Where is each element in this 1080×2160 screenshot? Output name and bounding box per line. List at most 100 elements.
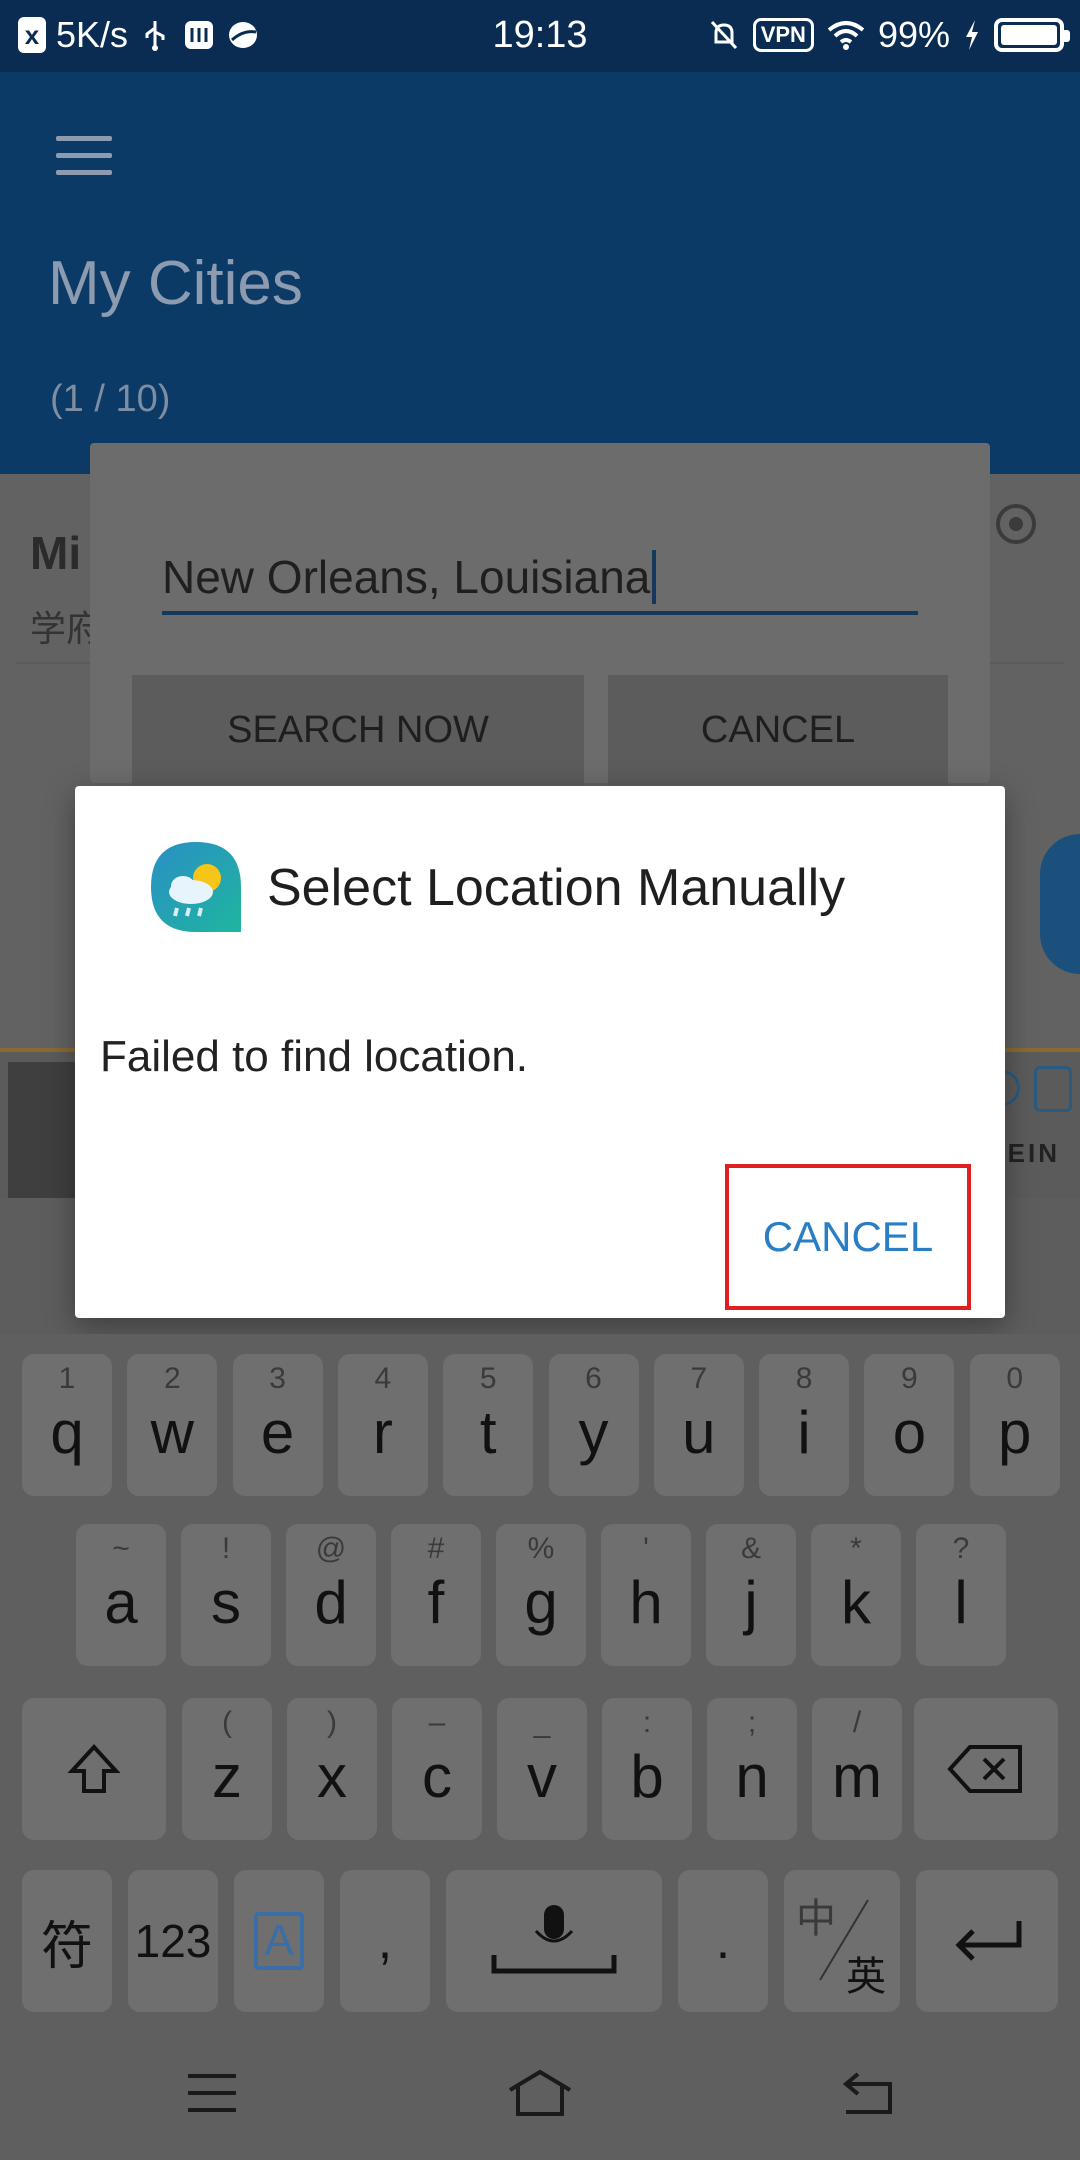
key-secondary-label: 4 xyxy=(374,1362,392,1395)
microphone-icon xyxy=(491,1905,617,1974)
key-secondary-label: # xyxy=(427,1532,445,1565)
shift-key[interactable] xyxy=(22,1698,166,1840)
key-g[interactable]: % g xyxy=(496,1524,586,1666)
key-primary-label: k xyxy=(841,1569,871,1636)
menu-icon[interactable] xyxy=(56,136,112,176)
period-key[interactable]: . xyxy=(678,1870,768,2012)
key-m[interactable]: / m xyxy=(812,1698,902,1840)
key-a[interactable]: ~ a xyxy=(76,1524,166,1666)
en-label: 英 xyxy=(846,1955,886,1999)
select-location-dialog: Select Location Manually Failed to find … xyxy=(75,786,1005,1318)
search-dialog: New Orleans, Louisiana SEARCH NOW CANCEL xyxy=(90,443,990,785)
key-secondary-label: ~ xyxy=(112,1532,130,1565)
key-p[interactable]: 0p xyxy=(969,1354,1060,1496)
comma-key[interactable]: , xyxy=(340,1870,430,2012)
key-h[interactable]: ' h xyxy=(601,1524,691,1666)
search-now-button[interactable]: SEARCH NOW xyxy=(132,675,584,785)
key-t[interactable]: 5t xyxy=(443,1354,534,1496)
key-d[interactable]: @ d xyxy=(286,1524,376,1666)
soft-keyboard: 符 123 A , . 中 英 1 q 2 w 3 e 4 r 5 t 6 y 7 u 8 i 9 o 0 p ~ a! s… xyxy=(0,1334,1080,2014)
key-y[interactable]: 6y xyxy=(548,1354,639,1496)
key-primary-label: h xyxy=(629,1569,663,1636)
dialog-cancel-button[interactable]: CANCEL xyxy=(725,1164,971,1310)
key-secondary-label: – xyxy=(428,1706,446,1739)
key-c[interactable]: – c xyxy=(392,1698,482,1840)
battery-icon xyxy=(994,18,1070,52)
backspace-key[interactable] xyxy=(914,1698,1058,1840)
key-secondary-label: % xyxy=(527,1532,555,1565)
key-u[interactable]: 7u xyxy=(653,1354,744,1496)
key-v[interactable]: _ v xyxy=(497,1698,587,1840)
ad-menu-icon[interactable] xyxy=(1034,1066,1072,1112)
key-k[interactable]: * k xyxy=(811,1524,901,1666)
space-key[interactable] xyxy=(446,1870,662,2012)
dialog-title: Select Location Manually xyxy=(267,859,846,917)
backspace-icon xyxy=(947,1745,1022,1793)
enter-icon xyxy=(955,1921,1022,1961)
key-primary-label: r xyxy=(372,1399,393,1466)
key-z[interactable]: (z xyxy=(182,1698,272,1840)
comma-key-label: , xyxy=(377,1912,393,1970)
key-primary-label: i xyxy=(797,1399,811,1466)
charging-icon xyxy=(966,20,978,50)
my-location-icon[interactable] xyxy=(996,504,1036,544)
key-primary-label: p xyxy=(998,1399,1032,1466)
key-secondary-label: ? xyxy=(952,1532,970,1565)
weather-app-icon xyxy=(151,842,241,932)
key-w[interactable]: 2w xyxy=(127,1354,218,1496)
key-s[interactable]: ! s xyxy=(181,1524,271,1666)
key-e[interactable]: 3e xyxy=(232,1354,323,1496)
key-secondary-label: ; xyxy=(747,1706,757,1739)
key-r[interactable]: 4r xyxy=(337,1354,428,1496)
key-secondary-label: _ xyxy=(533,1706,551,1739)
key-secondary-label: 7 xyxy=(690,1362,708,1395)
symbols-key[interactable]: 符 xyxy=(22,1870,112,2012)
numbers-key-label: 123 xyxy=(134,1915,212,1967)
key-n[interactable]: ; n xyxy=(707,1698,797,1840)
key-b[interactable]: :b xyxy=(602,1698,692,1840)
search-input-value: New Orleans, Louisiana xyxy=(162,551,651,603)
key-primary-label: v xyxy=(527,1743,557,1810)
key-o[interactable]: 9o xyxy=(864,1354,955,1496)
floating-action-button[interactable] xyxy=(1040,834,1080,974)
key-l[interactable]: ? l xyxy=(916,1524,1006,1666)
app-header: My Cities (1 / 10) xyxy=(0,72,1080,474)
key-secondary-label: : xyxy=(642,1706,652,1739)
search-cancel-button[interactable]: CANCEL xyxy=(608,675,948,785)
city-name: Mi xyxy=(30,527,82,579)
enter-key[interactable] xyxy=(916,1870,1058,2012)
language-a-key[interactable]: A xyxy=(234,1870,324,2012)
numbers-key[interactable]: 123 xyxy=(128,1870,218,2012)
key-secondary-label: 0 xyxy=(1006,1362,1024,1395)
key-primary-label: d xyxy=(314,1569,348,1636)
key-secondary-label: / xyxy=(852,1706,862,1739)
symbols-key-label: 符 xyxy=(40,1917,93,1976)
key-primary-label: g xyxy=(524,1569,558,1636)
key-primary-label: j xyxy=(744,1569,758,1636)
key-secondary-label: ) xyxy=(327,1706,337,1739)
key-f[interactable]: # f xyxy=(391,1524,481,1666)
battery-percent: 99% xyxy=(877,14,950,55)
ad-text: EIN xyxy=(1007,1138,1060,1168)
status-bar: x 5K/s 19:13 VPN 99% xyxy=(0,0,1080,72)
menu-nav-icon[interactable] xyxy=(182,2068,242,2118)
key-primary-label: w xyxy=(150,1399,194,1466)
key-q[interactable]: 1q xyxy=(22,1354,112,1496)
location-search-input[interactable]: New Orleans, Louisiana xyxy=(162,529,918,615)
period-key-label: . xyxy=(715,1912,731,1970)
key-secondary-label: 6 xyxy=(585,1362,602,1395)
key-secondary-label: ! xyxy=(221,1532,231,1565)
language-switch-key[interactable]: 中 英 xyxy=(784,1870,900,2012)
key-primary-label: x xyxy=(317,1743,347,1810)
dialog-message: Failed to find location. xyxy=(100,1032,529,1081)
key-x[interactable]: ) x xyxy=(287,1698,377,1840)
key-primary-label: b xyxy=(630,1743,664,1810)
key-j[interactable]: & j xyxy=(706,1524,796,1666)
key-primary-label: q xyxy=(50,1399,84,1466)
key-primary-label: o xyxy=(892,1399,927,1466)
key-primary-label: z xyxy=(212,1743,242,1810)
home-nav-icon[interactable] xyxy=(504,2068,576,2118)
key-i[interactable]: 8i xyxy=(759,1354,850,1496)
city-count: (1 / 10) xyxy=(50,378,171,420)
back-nav-icon[interactable] xyxy=(838,2068,898,2118)
